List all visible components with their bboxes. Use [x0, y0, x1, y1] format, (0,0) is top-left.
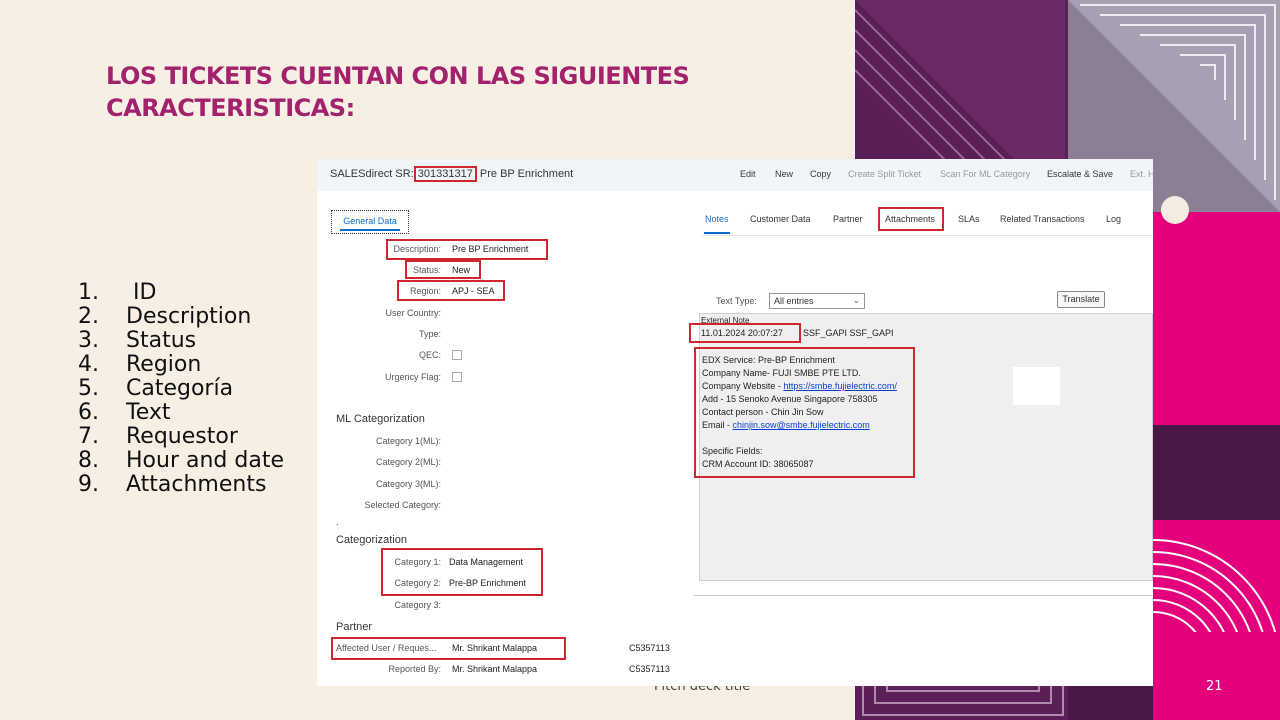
reported-by-id: C5357113	[629, 664, 670, 674]
reported-by-name[interactable]: Mr. Shrikant Malappa	[452, 664, 537, 674]
tab-related-transactions[interactable]: Related Transactions	[1000, 214, 1085, 224]
tab-general-data[interactable]: General Data	[331, 210, 409, 234]
categorization-highlight	[381, 548, 543, 596]
categorization-heading: Categorization	[336, 534, 407, 546]
ml-category3-label: Category 3(ML):	[375, 479, 441, 489]
list-item: 6. Text	[78, 401, 284, 425]
type-label: Type:	[418, 329, 441, 339]
urgency-flag-label: Urgency Flag:	[384, 372, 441, 382]
note-author: SSF_GAPI SSF_GAPI	[803, 328, 894, 338]
slide-title: LOS TICKETS CUENTAN CON LAS SIGUIENTES C…	[106, 62, 690, 122]
ticket-screenshot: SALESdirect SR: 301331317 Pre BP Enrichme…	[317, 159, 1153, 686]
list-number: 6.	[78, 400, 99, 425]
reported-by-label: Reported By:	[388, 664, 441, 674]
list-text: Status	[126, 328, 197, 353]
new-button[interactable]: New	[775, 169, 793, 179]
list-item: 5. Categoría	[78, 377, 284, 401]
tab-slas[interactable]: SLAs	[958, 214, 980, 224]
list-item: 3. Status	[78, 329, 284, 353]
attachment-thumbnail	[1013, 367, 1060, 405]
affected-user-id: C5357113	[629, 643, 670, 653]
text-highlight	[694, 347, 915, 478]
ml-categorization-heading: ML Categorization	[336, 413, 425, 425]
ml-category2-label: Category 2(ML):	[375, 457, 441, 467]
escalate-save-button[interactable]: Escalate & Save	[1047, 169, 1113, 179]
create-split-ticket-button[interactable]: Create Split Ticket	[848, 169, 921, 179]
list-number: 4.	[78, 352, 99, 377]
list-number: 9.	[78, 472, 99, 497]
list-item: 8. Hour and date	[78, 449, 284, 473]
list-number: 3.	[78, 328, 99, 353]
tab-log[interactable]: Log	[1106, 214, 1121, 224]
edit-button[interactable]: Edit	[740, 169, 756, 179]
qec-label: QEC:	[418, 350, 441, 360]
selected-category-label: Selected Category:	[364, 500, 441, 510]
list-number: 2.	[78, 304, 99, 329]
list-number: 7.	[78, 424, 99, 449]
ml-category1-label: Category 1(ML):	[375, 436, 441, 446]
list-text: ID	[126, 280, 157, 305]
partner-heading: Partner	[336, 621, 373, 633]
list-number: 1.	[78, 280, 99, 305]
urgency-flag-checkbox[interactable]	[452, 372, 462, 382]
category3-label: Category 3:	[394, 600, 441, 610]
tab-partner[interactable]: Partner	[833, 214, 863, 224]
text-type-label: Text Type:	[716, 296, 757, 306]
page-number: 21	[1206, 679, 1223, 694]
copy-button[interactable]: Copy	[810, 169, 831, 179]
user-country-label: User Country:	[385, 308, 441, 318]
ticket-prefix: SALESdirect SR:	[330, 168, 414, 180]
chevron-down-icon: ⌄	[852, 295, 860, 305]
tab-customer-data[interactable]: Customer Data	[750, 214, 811, 224]
scan-ml-category-button[interactable]: Scan For ML Category	[940, 169, 1030, 179]
list-text: Requestor	[126, 424, 238, 449]
text-type-value: All entries	[774, 296, 814, 306]
panel-divider	[694, 595, 1153, 596]
text-type-select[interactable]: All entries ⌄	[769, 293, 865, 309]
list-item: 9. Attachments	[78, 473, 284, 497]
list-number: 8.	[78, 448, 99, 473]
ticket-id: 301331317	[413, 166, 477, 182]
list-text: Text	[126, 400, 171, 425]
qec-checkbox[interactable]	[452, 350, 462, 360]
description-highlight	[386, 239, 548, 260]
list-item: 1. ID	[78, 281, 284, 305]
list-text: Attachments	[126, 472, 267, 497]
attachments-highlight	[878, 207, 944, 231]
list-item: 7. Requestor	[78, 425, 284, 449]
translate-button[interactable]: Translate	[1057, 291, 1105, 308]
tab-notes[interactable]: Notes	[705, 214, 729, 224]
datetime-highlight	[689, 323, 801, 343]
list-text: Categoría	[126, 376, 234, 401]
ticket-header: SALESdirect SR: 301331317 Pre BP Enrichme…	[317, 159, 1153, 191]
list-number: 5.	[78, 376, 99, 401]
list-item: 4. Region	[78, 353, 284, 377]
list-text: Description	[126, 304, 252, 329]
characteristics-list: 1. ID 2. Description 3. Status 4. Region 5.…	[78, 281, 284, 497]
requestor-highlight	[331, 637, 566, 660]
tab-separator	[702, 235, 1153, 236]
list-item: 2. Description	[78, 305, 284, 329]
separator-dot: .	[336, 517, 339, 527]
ticket-subject: Pre BP Enrichment	[479, 168, 574, 180]
region-highlight	[397, 280, 505, 301]
list-text: Region	[126, 352, 202, 377]
active-tab-indicator	[704, 232, 730, 234]
ticket-title: SALESdirect SR: 301331317 Pre BP Enrichme…	[330, 166, 574, 182]
ext-button[interactable]: Ext. H	[1130, 169, 1153, 179]
list-text: Hour and date	[126, 448, 284, 473]
status-highlight	[405, 260, 481, 279]
